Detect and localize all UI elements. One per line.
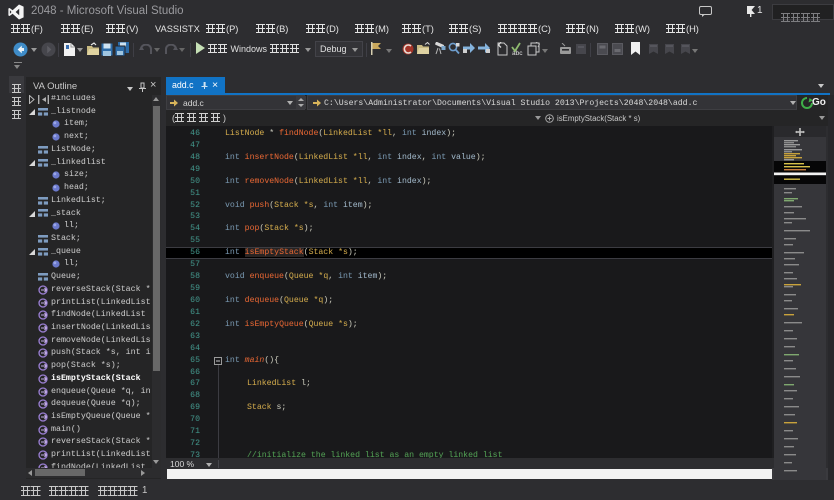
svg-text:abc: abc [512, 50, 523, 56]
